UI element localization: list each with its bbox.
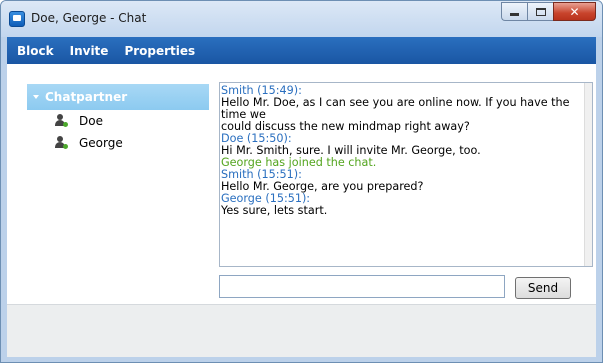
chat-scrollbar[interactable]	[584, 83, 592, 266]
maximize-button[interactable]	[527, 2, 553, 21]
partner-item-doe[interactable]: Doe	[27, 110, 209, 132]
chat-line: Yes sure, lets start.	[221, 204, 328, 217]
partner-item-george[interactable]: George	[27, 132, 209, 154]
chat-window: Doe, George - Chat ✕ Block Invite Proper…	[0, 0, 603, 363]
chatpartner-title: Chatpartner	[45, 90, 128, 104]
chat-log[interactable]: Smith (15:49): Hello Mr. Doe, as I can s…	[219, 82, 593, 267]
app-icon	[9, 11, 25, 27]
title-bar[interactable]: Doe, George - Chat ✕	[1, 1, 602, 37]
collapse-arrow-icon	[33, 95, 39, 99]
close-button[interactable]: ✕	[553, 2, 596, 21]
user-online-icon	[55, 136, 69, 150]
menu-block[interactable]: Block	[9, 44, 62, 58]
minimize-button[interactable]	[501, 2, 527, 21]
chatpartner-panel: Chatpartner Doe George	[27, 84, 209, 164]
partner-name: Doe	[79, 114, 103, 128]
chatpartner-header[interactable]: Chatpartner	[27, 84, 209, 110]
send-button[interactable]: Send	[515, 277, 571, 299]
chat-line: Hello Mr. Doe, as I can see you are onli…	[221, 96, 574, 121]
partner-name: George	[79, 136, 123, 150]
window-controls: ✕	[501, 2, 596, 21]
menu-invite[interactable]: Invite	[62, 44, 117, 58]
menu-bar: Block Invite Properties	[7, 37, 596, 64]
user-online-icon	[55, 114, 69, 128]
close-icon: ✕	[569, 4, 580, 19]
message-input[interactable]	[219, 275, 505, 298]
maximize-icon	[535, 7, 546, 16]
main-content: Chatpartner Doe George Smith (15:49): He…	[7, 64, 596, 304]
menu-properties[interactable]: Properties	[116, 44, 203, 58]
minimize-icon	[510, 13, 519, 16]
footer-bar	[7, 304, 596, 357]
window-title: Doe, George - Chat	[31, 11, 147, 25]
